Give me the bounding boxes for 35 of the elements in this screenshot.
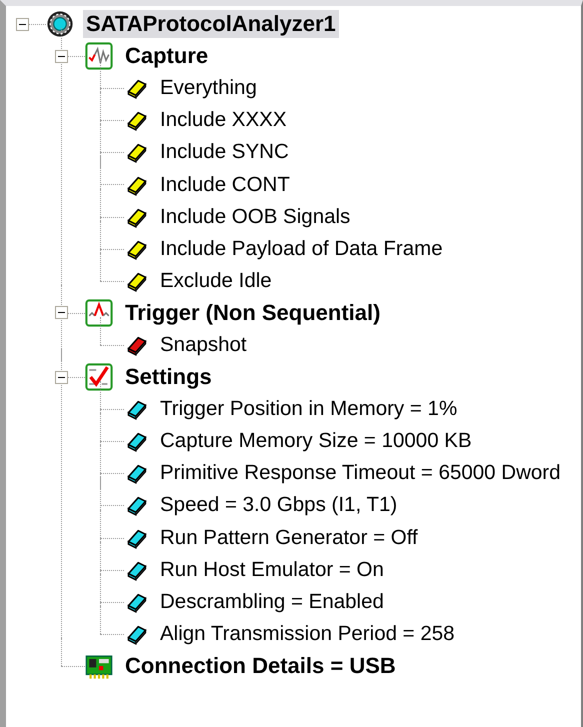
tree-item[interactable]: Settings xyxy=(122,363,215,392)
tree-toggle[interactable] xyxy=(16,18,28,31)
block-icon xyxy=(126,141,148,164)
block-icon xyxy=(126,494,148,516)
block-icon xyxy=(126,430,148,452)
tree-item[interactable]: Connection Details = USB xyxy=(122,652,399,680)
tree-item[interactable]: Capture xyxy=(122,42,212,70)
tree-toggle[interactable] xyxy=(54,306,68,320)
tree-item[interactable]: SATAProtocolAnalyzer1 xyxy=(83,10,339,38)
tree-item[interactable]: Speed = 3.0 Gbps (I1, T1) xyxy=(157,492,400,518)
tree-item[interactable]: Include CONT xyxy=(157,172,293,198)
tree-item[interactable]: Primitive Response Timeout = 65000 Dword xyxy=(157,460,564,486)
analyzer-icon xyxy=(46,10,74,38)
block-icon xyxy=(126,462,148,484)
waveform-icon xyxy=(85,42,113,70)
block-icon xyxy=(126,77,148,100)
tree-item[interactable]: Align Transmission Period = 258 xyxy=(157,620,458,647)
tree-item[interactable]: Snapshot xyxy=(157,332,250,358)
tree-item[interactable]: Include SYNC xyxy=(157,139,292,166)
block-icon xyxy=(126,109,148,132)
tree-item[interactable]: Everything xyxy=(157,75,260,102)
tree-toggle[interactable] xyxy=(54,50,68,63)
tree-item[interactable]: Trigger (Non Sequential) xyxy=(122,298,384,327)
tree-item[interactable]: Descrambling = Enabled xyxy=(157,588,387,615)
tree-item[interactable]: Exclude Idle xyxy=(157,268,275,294)
tree-toggle[interactable] xyxy=(54,370,68,384)
tree-item[interactable]: Capture Memory Size = 10000 KB xyxy=(157,428,475,454)
tree-item[interactable]: Trigger Position in Memory = 1% xyxy=(157,396,460,422)
tree-item[interactable]: Include OOB Signals xyxy=(157,204,354,230)
block-icon xyxy=(126,398,148,420)
tree-item[interactable]: Run Pattern Generator = Off xyxy=(157,524,421,551)
tree-item[interactable]: Include Payload of Data Frame xyxy=(157,236,446,262)
tree-item[interactable]: Include XXXX xyxy=(157,107,290,134)
tree-item[interactable]: Run Host Emulator = On xyxy=(157,556,387,583)
trigger-wave-icon xyxy=(85,298,113,327)
